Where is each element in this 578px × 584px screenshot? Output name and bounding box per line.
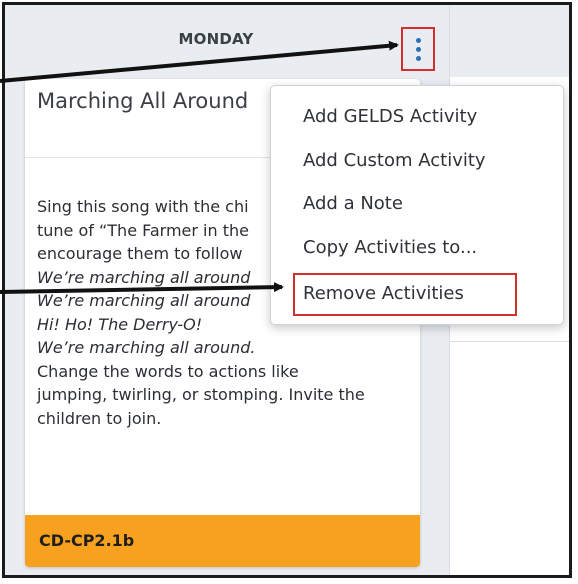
day-options-button[interactable] — [401, 27, 435, 71]
song-lyric-line: We’re marching all around. — [37, 338, 256, 357]
menu-item-copy-activities[interactable]: Copy Activities to... — [303, 237, 477, 258]
menu-item-add-custom-activity[interactable]: Add Custom Activity — [303, 150, 486, 171]
menu-item-remove-activities[interactable]: Remove Activities — [303, 283, 464, 304]
next-day-header-band — [450, 5, 569, 77]
planner-frame: MONDAY Marching All Around Sing this son… — [2, 2, 572, 578]
description-line: jumping, twirling, or stomping. Invite t… — [37, 385, 365, 404]
activity-title: Marching All Around — [37, 89, 249, 113]
description-line: Change the words to actions like — [37, 361, 299, 381]
day-header: MONDAY — [178, 30, 254, 48]
day-options-menu: Add GELDS Activity Add Custom Activity A… — [270, 85, 564, 325]
standard-code-badge[interactable]: CD-CP2.1b — [25, 515, 420, 567]
menu-item-add-a-note[interactable]: Add a Note — [303, 193, 403, 214]
description-line: children to join. — [37, 408, 162, 428]
next-day-divider — [450, 341, 569, 342]
kebab-vertical-icon — [415, 37, 421, 61]
menu-item-add-gelds-activity[interactable]: Add GELDS Activity — [303, 106, 477, 127]
